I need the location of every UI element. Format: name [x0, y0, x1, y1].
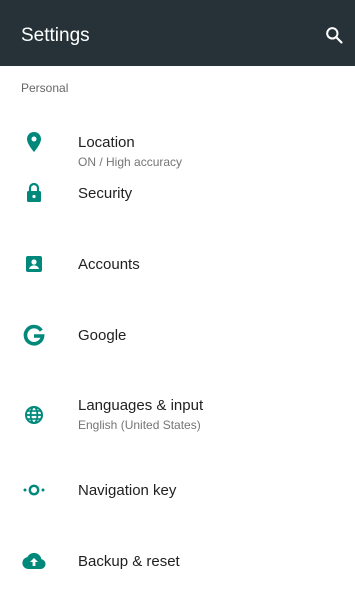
settings-item-location[interactable]: Location ON / High accuracy [0, 106, 355, 177]
settings-item-text: Security [78, 184, 343, 203]
settings-item-title: Backup & reset [78, 553, 180, 570]
settings-item-title: Accounts [78, 256, 140, 273]
lock-icon [22, 181, 46, 205]
settings-item-text: Location ON / High accuracy [78, 133, 343, 170]
settings-item-title: Languages & input [78, 397, 204, 414]
settings-item-languages-input[interactable]: Languages & input English (United States… [0, 390, 355, 461]
settings-item-title: Location [78, 134, 135, 151]
settings-item-security[interactable]: Security [0, 177, 355, 248]
cloud-upload-icon [22, 549, 46, 573]
settings-item-text: Languages & input English (United States… [78, 396, 343, 433]
settings-item-navigation-key[interactable]: Navigation key [0, 461, 355, 532]
settings-screen: Settings Personal Location ON / High acc… [0, 0, 355, 607]
settings-item-text: Navigation key [78, 481, 343, 500]
globe-icon [22, 403, 46, 427]
settings-item-title: Security [78, 185, 133, 202]
settings-item-backup-reset[interactable]: Backup & reset [0, 532, 355, 603]
settings-item-title: Navigation key [78, 482, 177, 499]
settings-list: Location ON / High accuracy Security Acc… [0, 106, 355, 603]
app-bar: Settings [0, 0, 355, 66]
settings-item-text: Accounts [78, 255, 343, 274]
settings-item-text: Backup & reset [78, 552, 343, 571]
search-button[interactable] [320, 21, 348, 49]
location-pin-icon [22, 130, 46, 154]
search-icon [326, 27, 343, 44]
google-g-icon [22, 323, 46, 347]
settings-item-title: Google [78, 327, 127, 344]
section-header-personal: Personal [21, 81, 69, 95]
settings-item-google[interactable]: Google [0, 319, 355, 390]
navigation-key-icon [22, 478, 46, 502]
settings-item-summary: ON / High accuracy [78, 155, 183, 169]
settings-item-accounts[interactable]: Accounts [0, 248, 355, 319]
account-box-icon [22, 252, 46, 276]
settings-item-text: Google [78, 326, 343, 345]
settings-item-summary: English (United States) [78, 418, 201, 432]
page-title: Settings [21, 25, 90, 46]
